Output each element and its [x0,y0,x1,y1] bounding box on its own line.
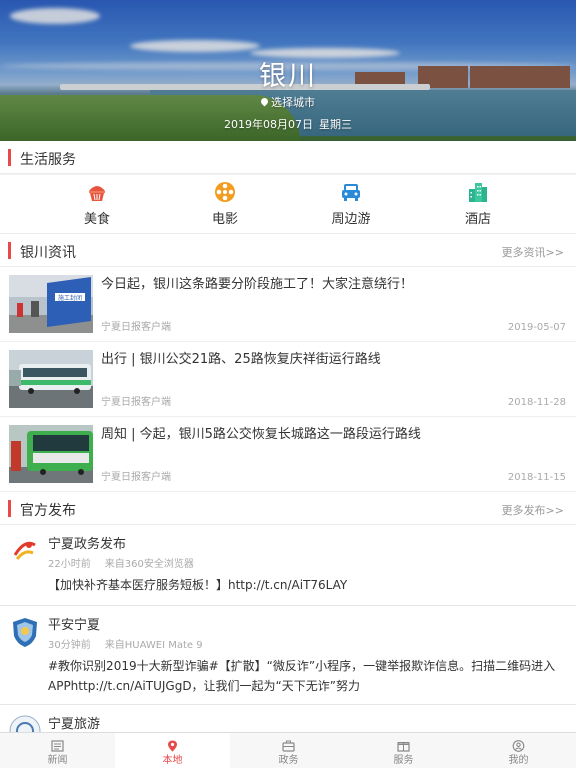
tab-label: 政务 [278,755,299,766]
newspaper-icon [51,737,64,752]
tab-label: 本地 [162,755,183,766]
svg-text:施工封闭: 施工封闭 [58,294,82,302]
news-item[interactable]: 出行 | 银川公交21路、25路恢复庆祥街运行路线 宁夏日报客户端 2018-1… [0,342,576,417]
section-accent-bar [8,242,11,259]
film-reel-icon [214,181,236,203]
post-meta: 22小时前 来自360安全浏览器 [48,555,194,570]
life-services-grid: 美食 电影 周边游 酒店 [0,175,576,234]
news-list: 施工封闭 今日起，银川这条路要分阶段施工了！大家注意绕行！ 宁夏日报客户端 20… [0,267,576,492]
gift-icon [397,737,410,752]
post-item[interactable]: 宁夏政务发布 22小时前 来自360安全浏览器 【加快补齐基本医疗服务短板！】ht… [0,525,576,606]
news-item[interactable]: 周知 | 今起，银川5路公交恢复长城路这一路段运行路线 宁夏日报客户端 2018… [0,417,576,492]
more-news-link[interactable]: 更多资讯>> [502,244,564,260]
date-text: 2019年08月07日 [224,118,313,131]
location-pin-icon [166,737,179,752]
news-title: 今日起，银川这条路要分阶段施工了！大家注意绕行！ [101,277,414,292]
section-title: 生活服务 [20,152,76,168]
cupcake-icon [86,181,108,203]
post-content: 【加快补齐基本医疗服务短板！】http://t.cn/AiT76LAY [48,578,348,592]
avatar [9,535,41,567]
select-city-button[interactable]: 选择城市 [0,94,576,110]
life-services-header: 生活服务 [0,141,576,174]
news-thumbnail [9,350,93,408]
select-city-label: 选择城市 [271,96,315,109]
news-date: 2019-05-07 [507,322,566,333]
avatar [9,715,41,732]
news-thumbnail: 施工封闭 [9,275,93,333]
building-icon [467,181,489,203]
news-date: 2018-11-15 [507,472,566,483]
post-item[interactable]: 宁夏旅游 [0,705,576,732]
post-source: 来自360安全浏览器 [104,559,194,570]
section-accent-bar [8,500,11,517]
post-time: 30分钟前 [48,640,91,651]
post-author: 平安宁夏 [48,618,101,633]
section-title: 官方发布 [20,503,76,519]
service-label: 美食 [83,212,110,227]
post-source: 来自HUAWEI Mate 9 [104,640,203,651]
tab-label: 新闻 [47,755,68,766]
service-hotel-button[interactable]: 酒店 [438,181,518,227]
location-pin-icon [259,96,270,107]
news-title: 周知 | 今起，银川5路公交恢复长城路这一路段运行路线 [101,427,421,442]
tab-local[interactable]: 本地 [115,733,230,768]
news-source: 宁夏日报客户端 [101,322,171,333]
date-display: 2019年08月07日 星期三 [0,116,576,132]
post-author: 宁夏旅游 [48,717,101,732]
news-title: 出行 | 银川公交21路、25路恢复庆祥街运行路线 [101,352,381,367]
city-name: 银川 [259,61,317,92]
tab-label: 我的 [508,755,529,766]
police-badge-avatar [9,616,41,648]
section-accent-bar [8,149,11,166]
weekday-text: 星期三 [319,118,352,131]
news-source: 宁夏日报客户端 [101,472,171,483]
tab-me[interactable]: 我的 [461,733,576,768]
user-icon [512,737,525,752]
post-item[interactable]: 平安宁夏 30分钟前 来自HUAWEI Mate 9 #教你识别2019十大新型诈… [0,606,576,705]
service-label: 电影 [211,212,238,227]
tab-news[interactable]: 新闻 [0,733,115,768]
news-thumbnail [9,425,93,483]
service-movie-button[interactable]: 电影 [185,181,265,227]
post-time: 22小时前 [48,559,91,570]
tab-service[interactable]: 服务 [346,733,461,768]
news-date: 2018-11-28 [507,397,566,408]
more-posts-link[interactable]: 更多发布>> [502,502,564,518]
briefcase-icon [282,737,295,752]
service-label: 酒店 [464,212,491,227]
city-news-header: 银川资讯 更多资讯>> [0,234,576,267]
post-meta: 30分钟前 来自HUAWEI Mate 9 [48,636,203,651]
car-icon [340,181,362,203]
service-label: 周边游 [331,212,371,227]
official-posts-list: 宁夏政务发布 22小时前 来自360安全浏览器 【加快补齐基本医疗服务短板！】ht… [0,525,576,732]
service-food-button[interactable]: 美食 [57,181,137,227]
tab-label: 服务 [393,755,414,766]
post-content: #教你识别2019十大新型诈骗#【扩散】“微反诈”小程序，一键举报欺诈信息。扫描… [48,659,556,693]
section-title: 银川资讯 [20,245,76,261]
news-item[interactable]: 施工封闭 今日起，银川这条路要分阶段施工了！大家注意绕行！ 宁夏日报客户端 20… [0,267,576,342]
news-source: 宁夏日报客户端 [101,397,171,408]
official-posts-header: 官方发布 更多发布>> [0,492,576,525]
post-author: 宁夏政务发布 [48,537,127,552]
service-nearby-travel-button[interactable]: 周边游 [311,181,391,227]
tab-government[interactable]: 政务 [231,733,346,768]
bottom-tab-bar: 新闻 本地 政务 服务 我的 [0,732,576,768]
